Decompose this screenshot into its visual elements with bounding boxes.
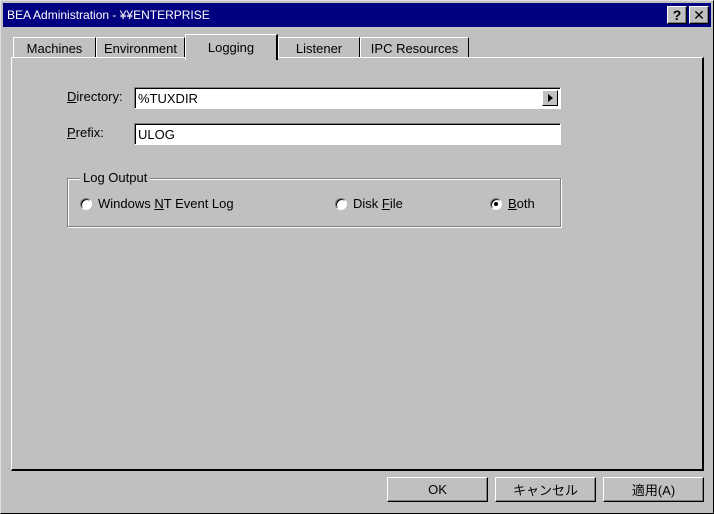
tab-environment[interactable]: Environment [96, 37, 185, 59]
radio-windows-nt-event-log[interactable]: Windows NT Event Log [80, 196, 234, 211]
tab-listener[interactable]: Listener [278, 37, 360, 59]
radio-button-icon [335, 197, 347, 210]
close-button[interactable]: ✕ [689, 6, 709, 24]
tab-logging[interactable]: Logging [185, 34, 278, 60]
directory-label: Directory: [67, 89, 123, 104]
ok-label: OK [428, 482, 447, 497]
tab-machines[interactable]: Machines [13, 37, 96, 59]
help-button[interactable]: ? [667, 6, 687, 24]
log-output-title: Log Output [80, 170, 151, 185]
radio-disk-file[interactable]: Disk File [335, 196, 403, 211]
directory-field[interactable]: %TUXDIR [134, 87, 561, 109]
apply-label: 適用(A) [631, 483, 676, 498]
window-title: BEA Administration - ¥¥ENTERPRISE [7, 8, 210, 22]
cancel-label: キャンセル [512, 483, 578, 498]
directory-value: %TUXDIR [138, 90, 198, 106]
radio-button-selected-icon [490, 197, 502, 210]
arrow-right-icon [547, 94, 553, 102]
directory-browse-button[interactable] [542, 90, 558, 106]
logging-panel: Directory: %TUXDIR Prefix: ULOG Log Outp… [11, 57, 704, 471]
radio-label: Disk File [353, 196, 403, 211]
help-icon: ? [672, 7, 682, 23]
radio-label: Windows NT Event Log [98, 196, 234, 211]
prefix-label-text: refix: [75, 125, 104, 140]
radio-button-icon [80, 197, 92, 210]
tab-ipc-resources[interactable]: IPC Resources [360, 37, 469, 59]
log-output-group: Log Output Windows NT Event Log Disk Fil… [67, 170, 561, 227]
tab-label: IPC Resources [370, 41, 459, 56]
tab-label: Listener [295, 41, 343, 56]
title-bar[interactable]: BEA Administration - ¥¥ENTERPRISE ? ✕ [3, 3, 711, 27]
apply-button[interactable]: 適用(A) [603, 477, 704, 502]
prefix-field[interactable]: ULOG [134, 123, 561, 145]
radio-label: Both [508, 196, 535, 211]
cancel-button[interactable]: キャンセル [495, 477, 596, 502]
close-icon: ✕ [693, 7, 705, 23]
tab-label: Environment [104, 41, 177, 56]
prefix-label-mnemonic: P [67, 125, 76, 140]
radio-both[interactable]: Both [490, 196, 535, 211]
tab-label: Machines [26, 41, 83, 56]
tab-label: Logging [207, 40, 255, 55]
directory-label-mnemonic: D [67, 89, 77, 104]
ok-button[interactable]: OK [387, 477, 488, 502]
directory-label-text: irectory: [76, 89, 123, 104]
prefix-label: Prefix: [67, 125, 104, 140]
prefix-value: ULOG [138, 126, 175, 142]
